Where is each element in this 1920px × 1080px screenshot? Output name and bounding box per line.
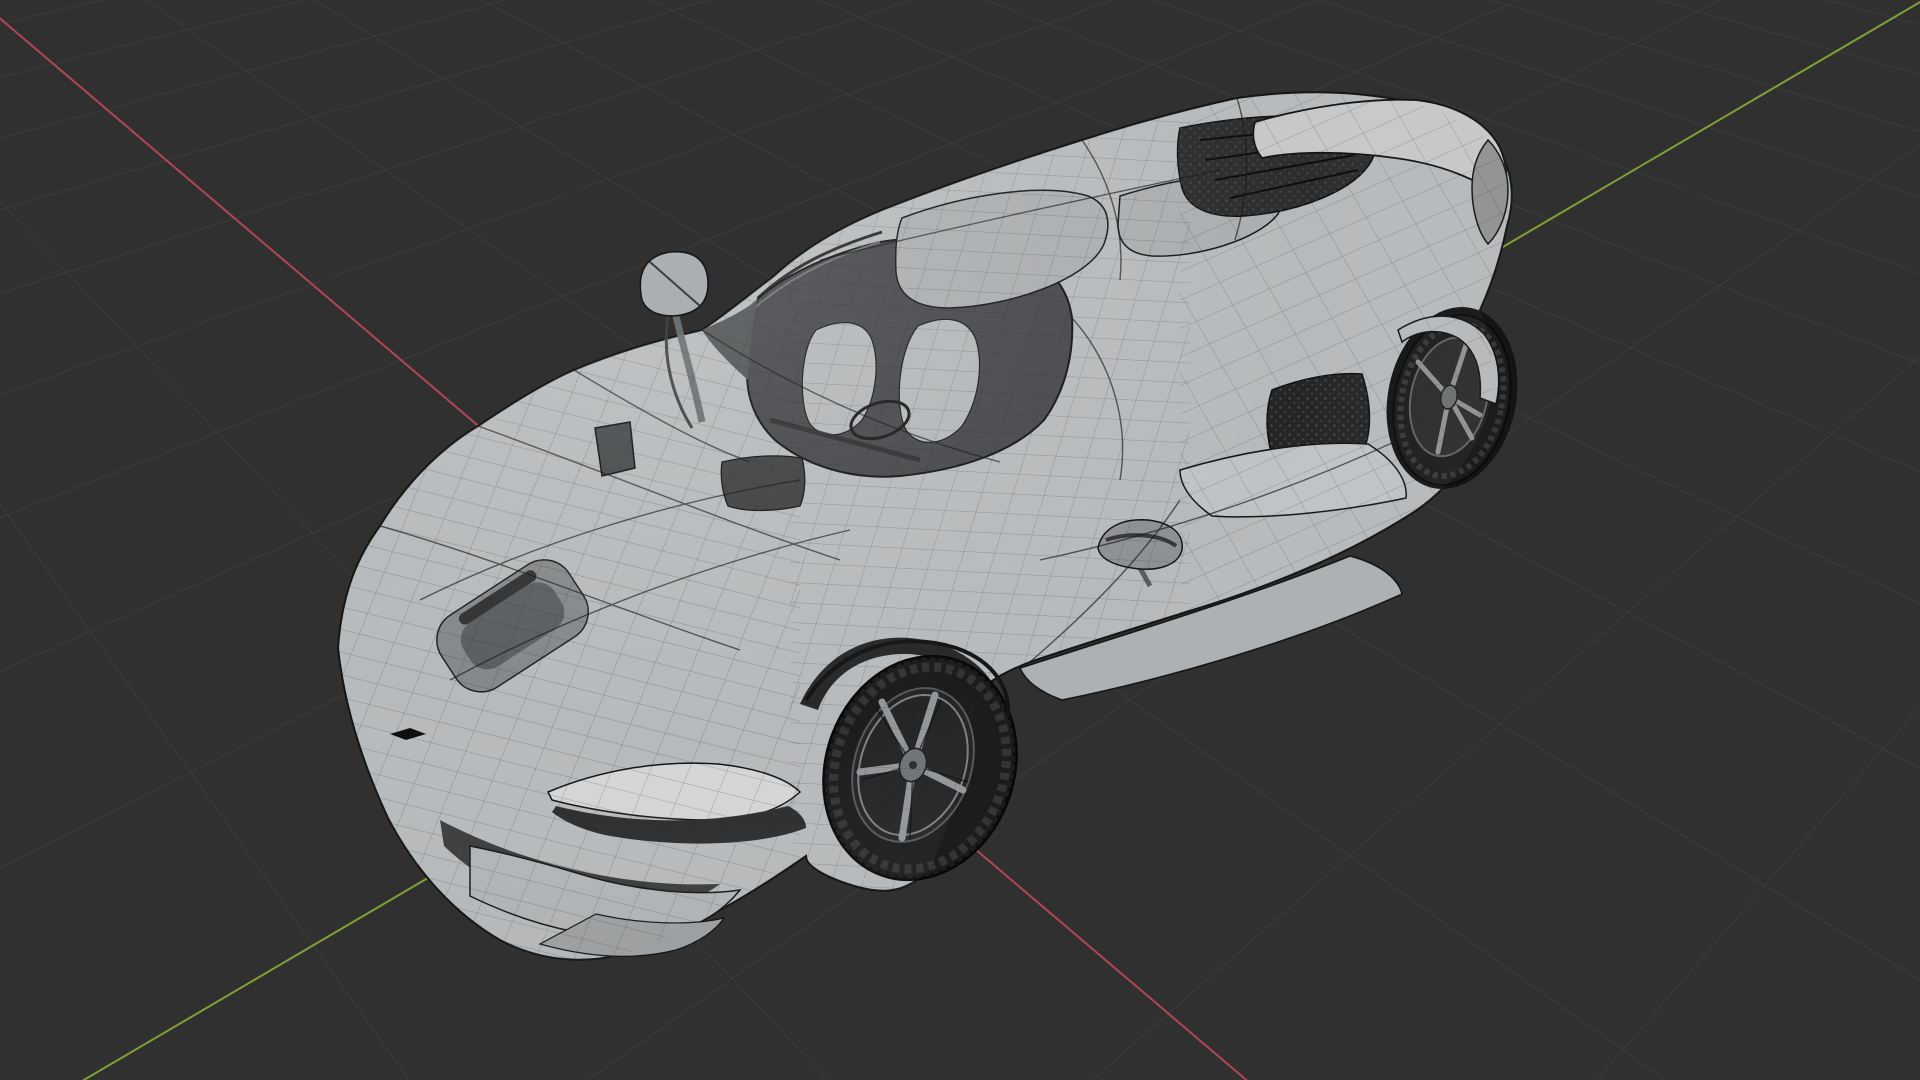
wireframe-mesh-overlay: [338, 92, 1512, 960]
car-model[interactable]: [0, 0, 1920, 1080]
viewport-canvas[interactable]: [0, 0, 1920, 1080]
car-body-group: [336, 91, 1518, 961]
